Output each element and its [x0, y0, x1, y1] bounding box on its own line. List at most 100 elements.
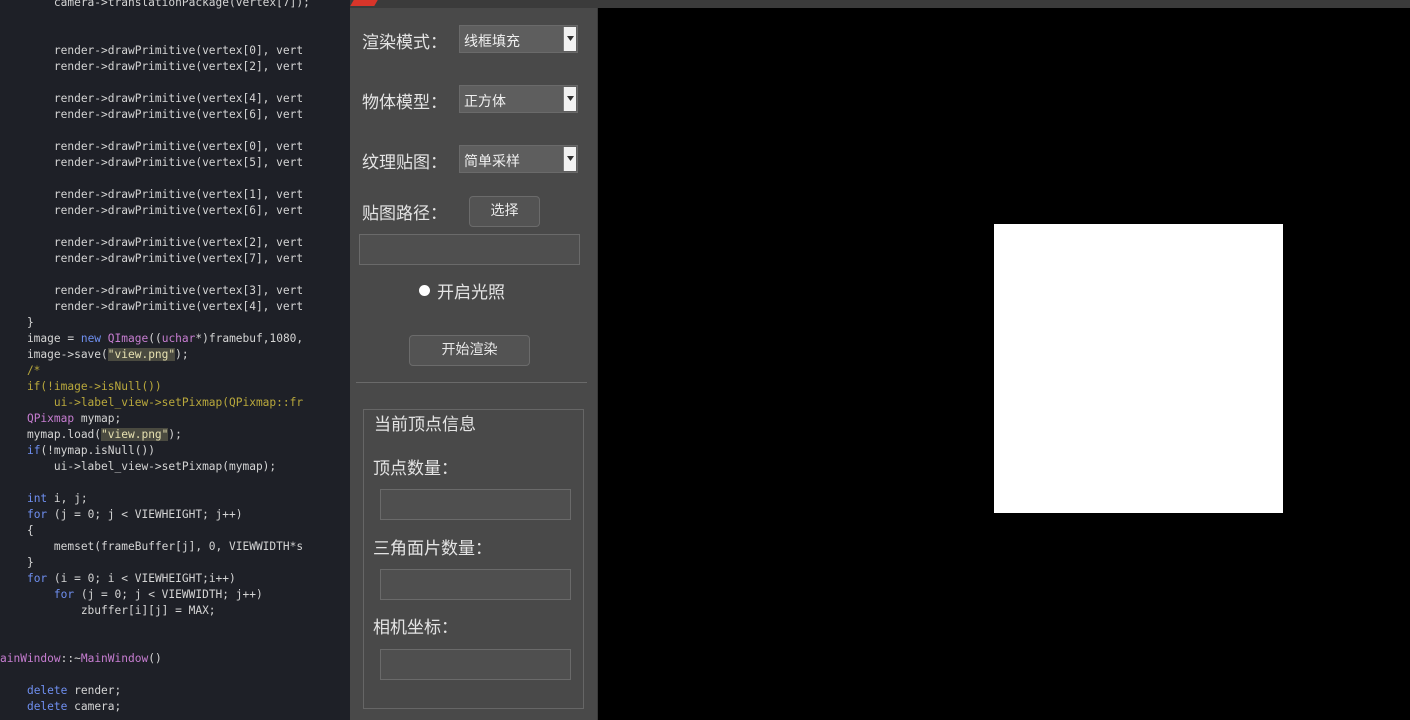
- texture-value: 简单采样: [464, 154, 520, 170]
- code-line: image->save("view.png");: [0, 347, 350, 363]
- code-token: mymap.load(: [0, 428, 102, 441]
- code-token: ui->label_view->setPixmap(mymap);: [0, 460, 277, 473]
- code-token: render->drawPrimitive(vertex[2], vert: [0, 60, 304, 73]
- code-token: render->drawPrimitive(vertex[4], vert: [0, 92, 304, 105]
- render-mode-value: 线框填充: [464, 34, 520, 50]
- render-mode-select[interactable]: 线框填充: [459, 25, 578, 53]
- model-select[interactable]: 正方体: [459, 85, 578, 113]
- code-token: QPixmap: [26, 412, 75, 425]
- code-line: render->drawPrimitive(vertex[6], vert: [0, 203, 350, 219]
- code-token: image->save(: [0, 348, 108, 361]
- code-line: if(!image->isNull()): [0, 379, 350, 395]
- code-token: ui->label_view->setPixmap(QPixmap::fr: [0, 396, 304, 409]
- code-token: render->drawPrimitive(vertex[5], vert: [0, 156, 304, 169]
- code-token: render->drawPrimitive(vertex[7], vert: [0, 252, 304, 265]
- texture-label: 纹理贴图：: [362, 153, 447, 173]
- code-token: ainWindow: [0, 652, 61, 665]
- code-line: for (i = 0; i < VIEWHEIGHT;i++): [0, 571, 350, 587]
- code-token: ::~: [60, 652, 81, 665]
- control-panel: 渲染模式： 线框填充 物体模型： 正方体 纹理贴图： 简单采样 贴图路径： 选择…: [350, 8, 598, 720]
- triangle-count-field[interactable]: [380, 569, 571, 600]
- code-line: for (j = 0; j < VIEWHEIGHT; j++): [0, 507, 350, 523]
- code-line: ui->label_view->setPixmap(QPixmap::fr: [0, 395, 350, 411]
- code-token: render->drawPrimitive(vertex[3], vert: [0, 284, 304, 297]
- code-token: camera;: [67, 700, 122, 713]
- code-line: ui->label_view->setPixmap(mymap);: [0, 459, 350, 475]
- code-line: render->drawPrimitive(vertex[6], vert: [0, 107, 350, 123]
- texture-path-field[interactable]: [359, 234, 580, 265]
- choose-texture-button[interactable]: 选择: [469, 196, 540, 227]
- code-line: mymap.load("view.png");: [0, 427, 350, 443]
- code-token: for: [26, 572, 48, 585]
- code-line: render->drawPrimitive(vertex[7], vert: [0, 251, 350, 267]
- code-line: render->drawPrimitive(vertex[4], vert: [0, 91, 350, 107]
- code-token: (): [148, 652, 162, 665]
- code-token: {: [0, 524, 34, 537]
- code-line: ainWindow::~MainWindow(): [0, 651, 350, 667]
- code-token: delete: [26, 700, 68, 713]
- lighting-radio[interactable]: [419, 285, 430, 296]
- vertex-info-title: 当前顶点信息: [370, 410, 480, 435]
- code-token: for: [26, 508, 48, 521]
- code-token: memset(frameBuffer[j], 0, VIEWWIDTH*s: [0, 540, 304, 553]
- code-token: (i = 0; i < VIEWHEIGHT;i++): [47, 572, 236, 585]
- code-token: );: [168, 428, 182, 441]
- chevron-down-icon[interactable]: [563, 27, 576, 51]
- vertex-count-field[interactable]: [380, 489, 571, 520]
- tab-accent-mark: [350, 0, 378, 6]
- code-line: render->drawPrimitive(vertex[3], vert: [0, 283, 350, 299]
- code-line: }: [0, 555, 350, 571]
- code-token: QImage: [107, 332, 149, 345]
- code-line: render->drawPrimitive(vertex[5], vert: [0, 155, 350, 171]
- code-line: zbuffer[i][j] = MAX;: [0, 603, 350, 619]
- code-line: render->drawPrimitive(vertex[4], vert: [0, 299, 350, 315]
- code-line: render->drawPrimitive(vertex[2], vert: [0, 59, 350, 75]
- vertex-count-label: 顶点数量：: [373, 459, 458, 479]
- texture-select[interactable]: 简单采样: [459, 145, 578, 173]
- code-token: i, j;: [47, 492, 88, 505]
- code-line: }: [0, 315, 350, 331]
- code-token: new: [80, 332, 102, 345]
- code-token: render->drawPrimitive(vertex[6], vert: [0, 108, 304, 121]
- code-lines: camera->translationPackage(vertex[7]); r…: [0, 0, 350, 715]
- code-token: }: [0, 316, 34, 329]
- chevron-down-icon[interactable]: [563, 87, 576, 111]
- window-top-strip: [350, 0, 1410, 8]
- texture-path-label: 贴图路径：: [362, 204, 447, 224]
- code-token: render->drawPrimitive(vertex[4], vert: [0, 300, 304, 313]
- camera-pos-field[interactable]: [380, 649, 571, 680]
- start-render-button[interactable]: 开始渲染: [409, 335, 530, 366]
- code-line: int i, j;: [0, 491, 350, 507]
- chevron-down-icon[interactable]: [563, 147, 576, 171]
- code-token: (!mymap.isNull()): [40, 444, 155, 457]
- code-token: if: [26, 444, 41, 457]
- code-line: for (j = 0; j < VIEWWIDTH; j++): [0, 587, 350, 603]
- triangle-count-label: 三角面片数量：: [373, 539, 492, 559]
- model-value: 正方体: [464, 94, 506, 110]
- code-line: {: [0, 523, 350, 539]
- code-token: render->drawPrimitive(vertex[0], vert: [0, 140, 304, 153]
- code-token: uchar: [161, 332, 196, 345]
- render-mode-label: 渲染模式：: [362, 33, 447, 53]
- code-token: }: [0, 556, 34, 569]
- code-line: render->drawPrimitive(vertex[2], vert: [0, 235, 350, 251]
- code-token: int: [26, 492, 48, 505]
- code-line: image = new QImage((uchar*)framebuf,1080…: [0, 331, 350, 347]
- render-viewport: [598, 8, 1410, 720]
- lighting-label[interactable]: 开启光照: [437, 278, 505, 303]
- model-label: 物体模型：: [362, 93, 447, 113]
- code-editor[interactable]: camera->translationPackage(vertex[7]); r…: [0, 0, 350, 720]
- code-token: render->drawPrimitive(vertex[1], vert: [0, 188, 304, 201]
